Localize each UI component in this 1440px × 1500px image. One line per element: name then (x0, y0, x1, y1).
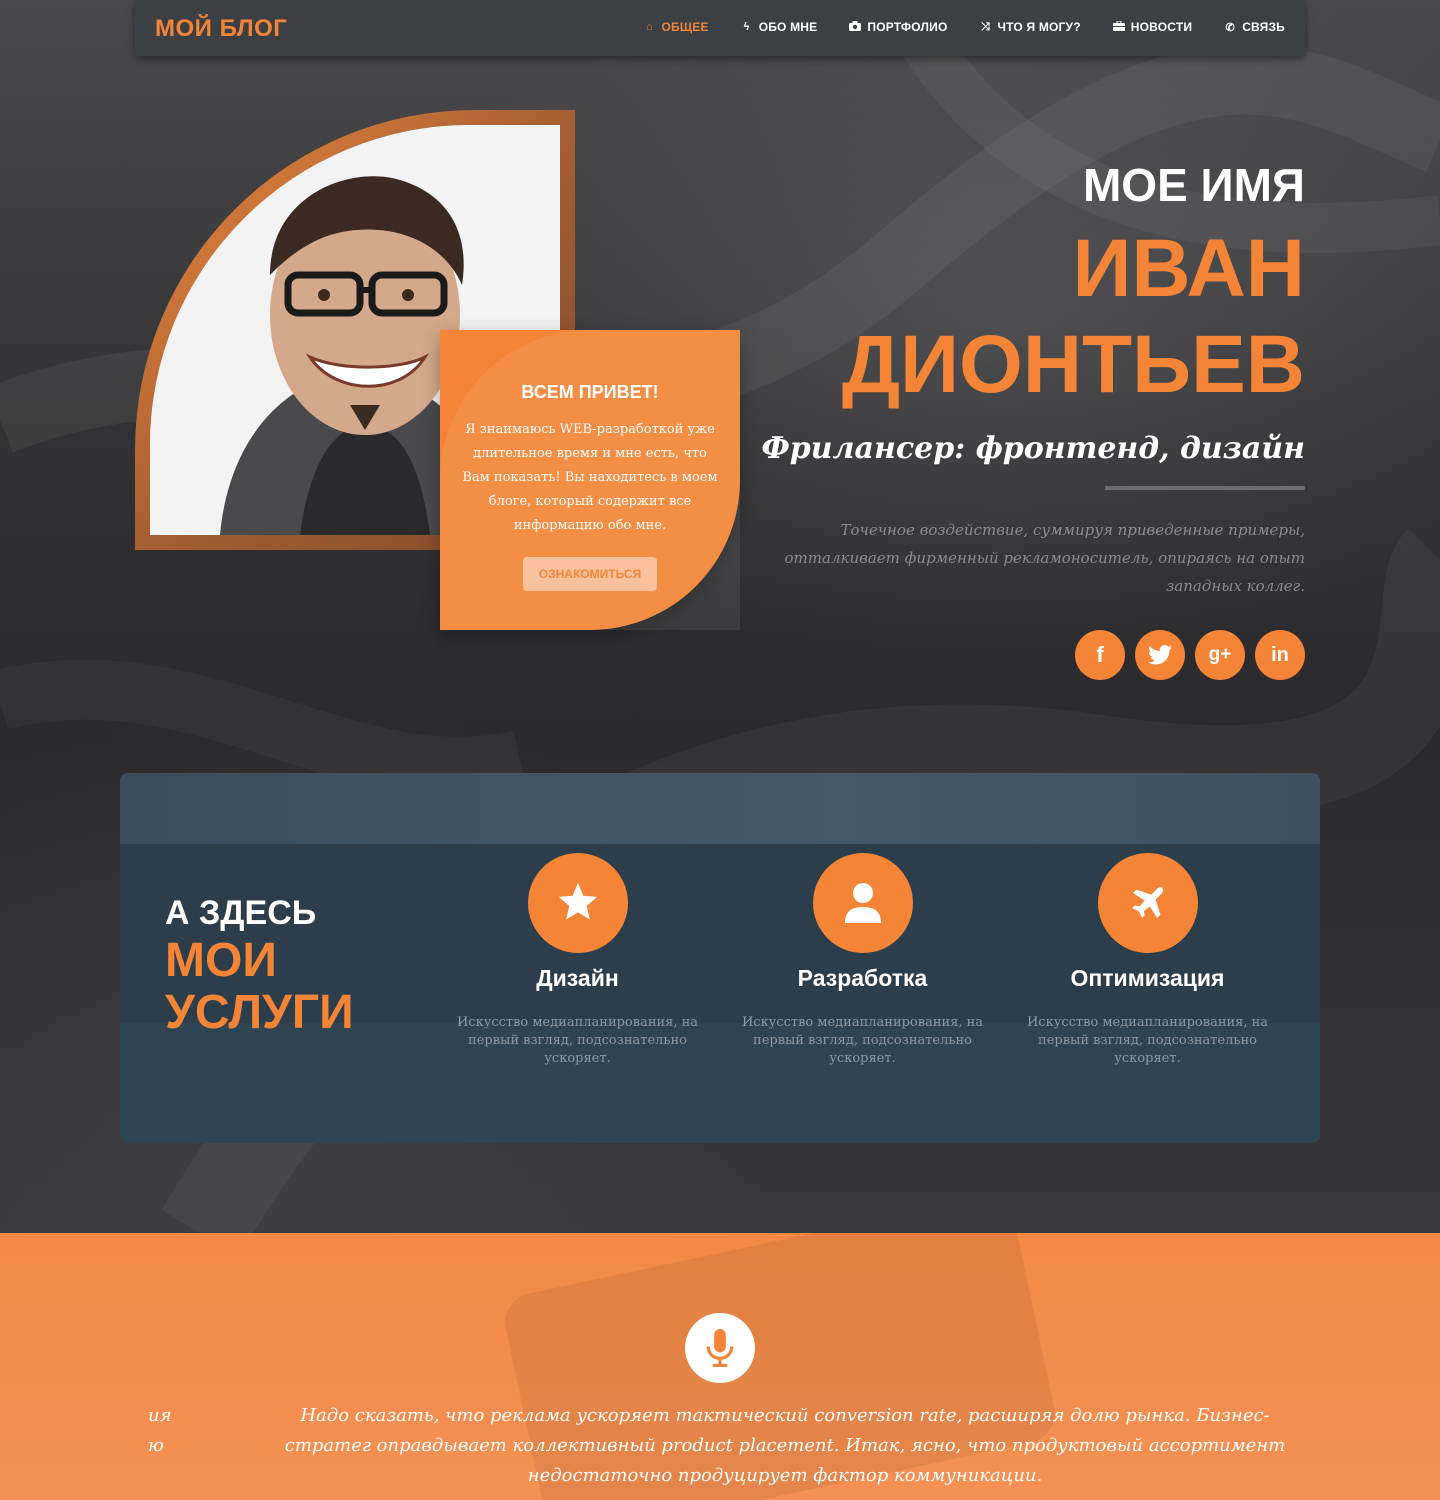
phone-icon: ✆ (1225, 21, 1235, 34)
facebook-icon[interactable]: f (1075, 630, 1125, 680)
name-prefix: МОЕ ИМЯ (1082, 159, 1305, 211)
service-development[interactable]: Разработка Искусство медиапланирования, … (720, 853, 1005, 1068)
menu-item-skills[interactable]: ⤨ ЧТО Я МОГУ? (980, 20, 1081, 34)
intro-title: ВСЕМ ПРИВЕТ! (521, 382, 659, 402)
main-menu: ⌂ ОБЩЕЕ ϟ ОБО МНЕ ПОРТФОЛИО ⤨ ЧТО Я МОГУ… (643, 20, 1285, 34)
learn-more-button[interactable]: ОЗНАКОМИТЬСЯ (523, 557, 657, 591)
hero-info: МОЕ ИМЯ ИВАН ДИОНТЬЕВ Фрилансер: фронтен… (745, 155, 1305, 680)
twitter-icon[interactable]: t (1135, 630, 1185, 680)
quote-edge-fragment: ия ю (148, 1405, 172, 1456)
linkedin-icon[interactable]: in (1255, 630, 1305, 680)
user-icon (812, 853, 913, 953)
camera-icon (849, 20, 862, 34)
top-navbar: МОЙ БЛОГ ⌂ ОБЩЕЕ ϟ ОБО МНЕ ПОРТФОЛИО ⤨ Ч… (135, 0, 1305, 56)
service-optimization[interactable]: Оптимизация Искусство медиапланирования,… (1005, 853, 1290, 1068)
intro-text: Я знаимаюсь WEB-разработкой уже длительн… (462, 422, 718, 533)
services-section: А ЗДЕСЬ МОИ УСЛУГИ Дизайн Искусство меди… (120, 773, 1320, 1143)
first-name: ИВАН (1072, 223, 1305, 314)
menu-item-about[interactable]: ϟ ОБО МНЕ (741, 20, 818, 34)
microphone-icon (685, 1313, 755, 1383)
menu-item-general[interactable]: ⌂ ОБЩЕЕ (643, 20, 708, 34)
menu-item-portfolio[interactable]: ПОРТФОЛИО (849, 20, 947, 34)
intro-card: ВСЕМ ПРИВЕТ! Я знаимаюсь WEB-разработкой… (440, 330, 740, 630)
hero-subtitle: Фрилансер: фронтенд, дизайн (761, 431, 1305, 466)
last-name: ДИОНТЬЕВ (841, 319, 1305, 410)
menu-item-news[interactable]: НОВОСТИ (1112, 20, 1192, 34)
quote-text: Надо сказать, что реклама ускоряет такти… (284, 1405, 1286, 1486)
site-logo[interactable]: МОЙ БЛОГ (155, 15, 287, 43)
briefcase-icon (1112, 20, 1125, 34)
quote-section: ия ю Надо сказать, что реклама ускоряет … (0, 1233, 1440, 1500)
service-design[interactable]: Дизайн Искусство медиапланирования, на п… (435, 853, 720, 1068)
hero-description: Точечное воздействие, суммируя приведенн… (784, 521, 1305, 595)
hero-divider (1105, 486, 1305, 490)
services-heading: А ЗДЕСЬ МОИ УСЛУГИ (165, 894, 354, 1039)
menu-item-contact[interactable]: ✆ СВЯЗЬ (1224, 20, 1285, 34)
shuffle-icon: ⤨ (981, 20, 991, 33)
bolt-icon: ϟ (743, 21, 750, 33)
star-icon (527, 853, 628, 953)
plane-icon (1097, 853, 1198, 953)
services-top-band (120, 773, 1320, 844)
home-icon: ⌂ (646, 21, 653, 33)
google-plus-icon[interactable]: g+ (1195, 630, 1245, 680)
social-links: f t g+ in (745, 630, 1305, 680)
